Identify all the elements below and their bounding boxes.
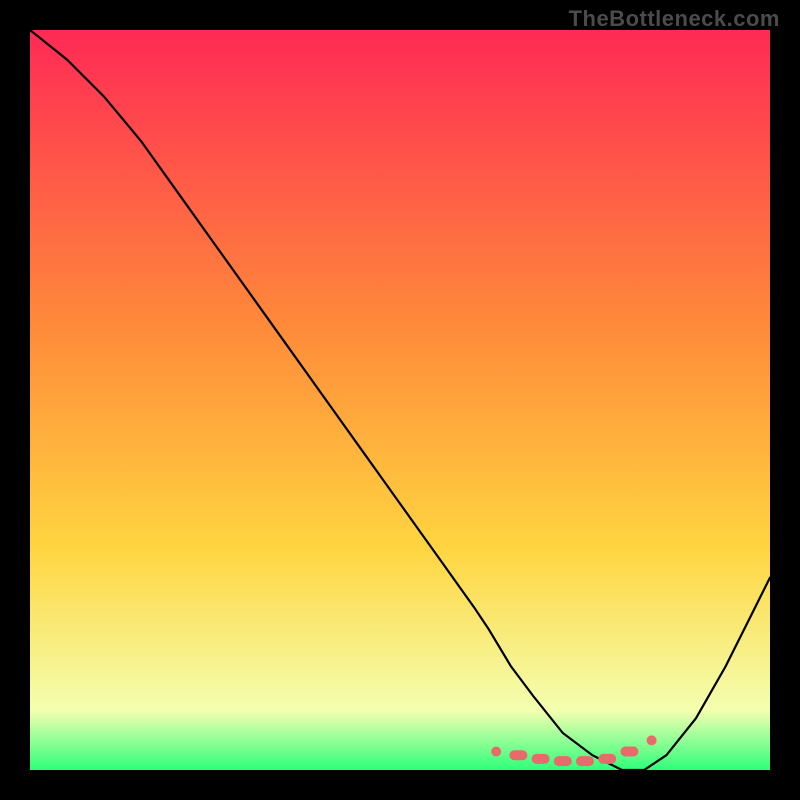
watermark-text: TheBottleneck.com [569,6,780,32]
optimal-marker [532,754,550,764]
optimal-marker [509,750,527,760]
optimal-marker [598,754,616,764]
optimal-marker [491,747,501,757]
optimal-marker [647,735,657,745]
optimal-marker [554,756,572,766]
optimal-marker [620,747,638,757]
optimal-marker [576,756,594,766]
bottleneck-chart [30,30,770,770]
chart-frame: TheBottleneck.com [0,0,800,800]
